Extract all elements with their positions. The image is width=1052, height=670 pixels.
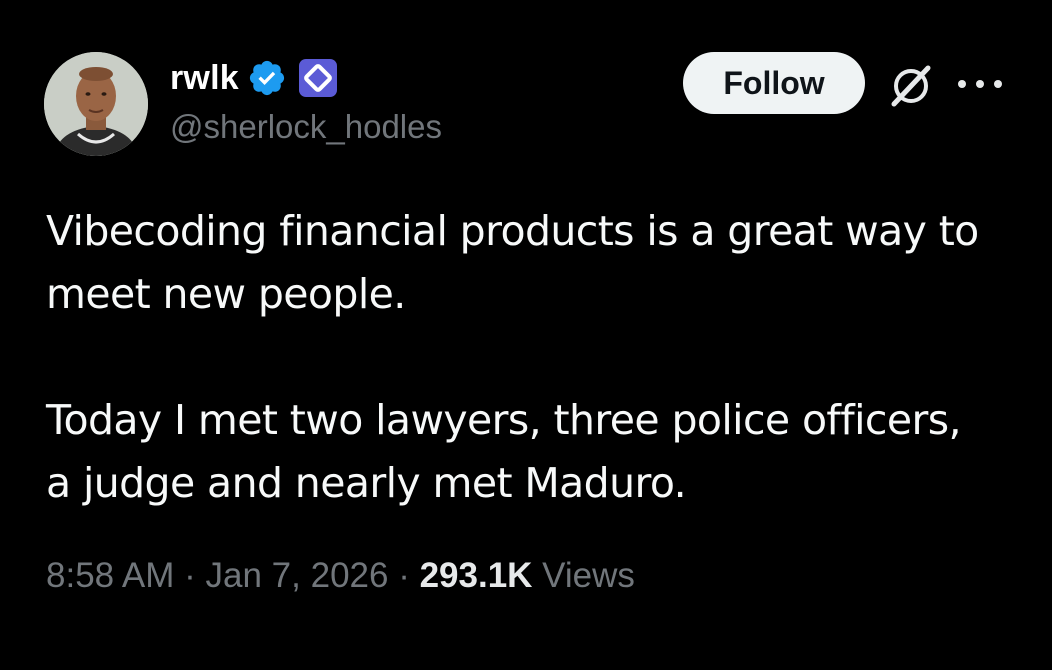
more-dot — [994, 80, 1002, 88]
more-dot — [958, 80, 966, 88]
tweet-text: Vibecoding financial products is a great… — [46, 200, 1036, 515]
avatar-image — [44, 52, 148, 156]
tweet-line: a judge and nearly met Maduro. — [46, 459, 687, 507]
author-handle[interactable]: @sherlock_hodles — [170, 108, 442, 146]
post-time[interactable]: 8:58 AM — [46, 556, 174, 595]
verified-badge-icon[interactable] — [247, 58, 287, 98]
author-name-row: rwlk — [170, 56, 337, 100]
more-options-icon[interactable] — [958, 72, 1002, 96]
affiliate-badge-icon[interactable] — [298, 59, 337, 97]
follow-button[interactable]: Follow — [683, 52, 865, 114]
more-dot — [976, 80, 984, 88]
tweet-meta: 8:58 AM · Jan 7, 2026 · 293.1K Views — [46, 556, 635, 596]
tweet-line: Vibecoding financial products is a great… — [46, 207, 979, 255]
tweet-card: rwlk @sherlock_hodles Follow Vibecoding … — [0, 0, 1052, 670]
grok-icon[interactable] — [886, 60, 936, 110]
avatar[interactable] — [44, 52, 148, 156]
views-count[interactable]: 293.1K — [420, 556, 533, 595]
views-label: Views — [532, 556, 635, 595]
post-date[interactable]: Jan 7, 2026 — [206, 556, 389, 595]
tweet-line: meet new people. — [46, 270, 406, 318]
affiliate-ring-shape — [302, 62, 334, 94]
display-name[interactable]: rwlk — [170, 59, 239, 98]
separator: · — [388, 556, 420, 595]
separator: · — [174, 556, 206, 595]
tweet-line: Today I met two lawyers, three police of… — [46, 396, 962, 444]
